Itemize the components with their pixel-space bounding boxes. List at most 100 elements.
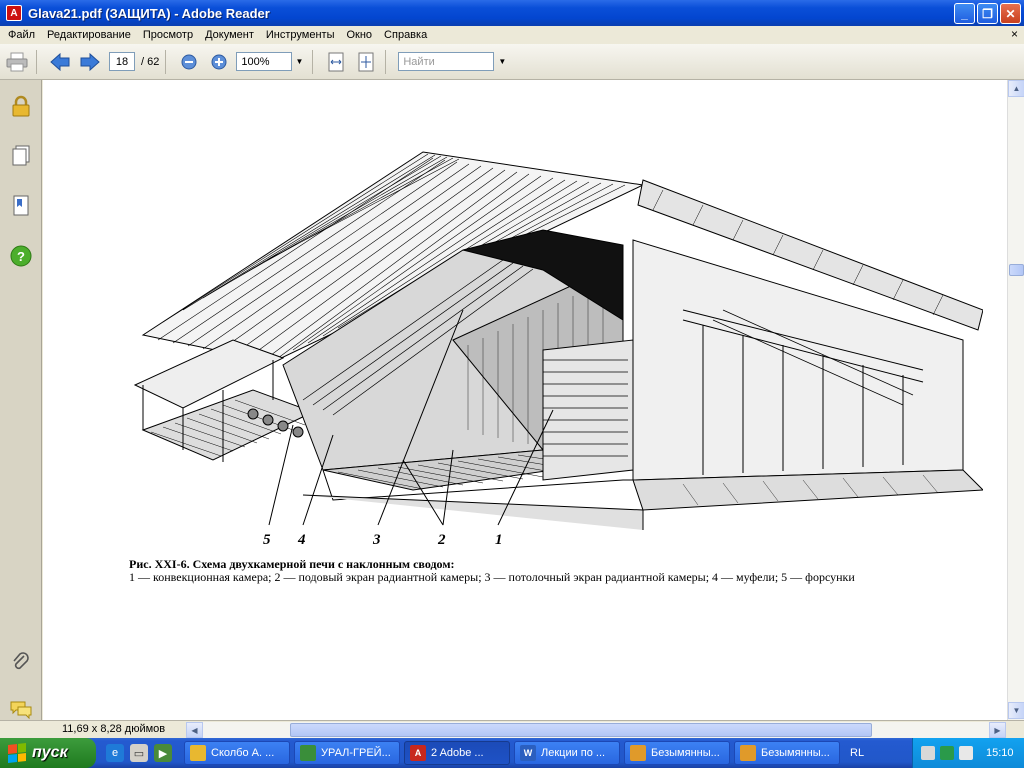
folder-icon (190, 745, 206, 761)
zoom-value: 100% (241, 55, 270, 68)
close-button[interactable]: ✕ (1000, 3, 1021, 24)
taskbar-item-label: Сколбо А. ... (211, 747, 275, 759)
vertical-scrollbar[interactable]: ▲ ▼ (1007, 80, 1024, 720)
system-tray: 15:10 (912, 738, 1024, 768)
fit-width-icon (328, 52, 344, 71)
figure-label-1: 1 (495, 532, 503, 548)
zoom-out-icon (181, 54, 197, 69)
pages-icon[interactable] (9, 144, 33, 168)
clock[interactable]: 15:10 (986, 747, 1014, 759)
scroll-up-icon[interactable]: ▲ (1008, 80, 1024, 97)
menu-document[interactable]: Документ (199, 29, 260, 41)
comments-icon[interactable] (9, 698, 33, 722)
toolbar: 18 / 62 100% ▼ Найти ▼ (0, 44, 1024, 80)
horizontal-scroll-thumb[interactable] (290, 723, 872, 737)
menu-window[interactable]: Окно (340, 29, 378, 41)
arrow-right-icon (80, 52, 100, 71)
browser-icon (300, 745, 316, 761)
scroll-down-icon[interactable]: ▼ (1008, 702, 1024, 719)
volume-icon[interactable] (959, 746, 973, 760)
bookmarks-icon[interactable] (9, 194, 33, 218)
navigation-pane: ? (0, 80, 42, 720)
figure-label-3: 3 (372, 532, 381, 548)
minimize-button[interactable]: _ (954, 3, 975, 24)
menu-edit[interactable]: Редактирование (41, 29, 137, 41)
zoom-select[interactable]: 100% ▼ (236, 52, 303, 71)
zoom-in-icon (211, 54, 227, 69)
menu-file[interactable]: Файл (2, 29, 41, 41)
adobe-reader-icon: A (6, 5, 22, 21)
fit-width-button[interactable] (323, 49, 349, 75)
windows-flag-icon (8, 743, 26, 763)
printer-icon (6, 52, 28, 71)
scroll-left-icon[interactable]: ◀ (186, 722, 203, 738)
taskbar-item-paint-2[interactable]: Безымянны... (734, 741, 840, 765)
menu-tools[interactable]: Инструменты (260, 29, 341, 41)
title-bar[interactable]: A Glava21.pdf (ЗАЩИТА) - Adobe Reader _ … (0, 0, 1024, 26)
media-player-icon[interactable]: ▶ (154, 744, 172, 762)
taskbar-item-explorer[interactable]: Сколбо А. ... (184, 741, 290, 765)
status-bar: 11,69 x 8,28 дюймов ◀ ▶ (0, 720, 1024, 738)
menu-bar: Файл Редактирование Просмотр Документ Ин… (0, 26, 1024, 44)
next-page-button[interactable] (77, 49, 103, 75)
svg-text:?: ? (17, 249, 25, 264)
adobe-reader-window: A Glava21.pdf (ЗАЩИТА) - Adobe Reader _ … (0, 0, 1024, 768)
start-label: пуск (32, 744, 68, 761)
internet-explorer-icon[interactable]: e (106, 744, 124, 762)
taskbar: пуск e ▭ ▶ Сколбо А. ... УРАЛ-ГРЕЙ... A … (0, 738, 1024, 768)
quick-launch: e ▭ ▶ (106, 744, 172, 762)
search-options-chevron-icon[interactable]: ▼ (498, 57, 506, 66)
toolbar-separator (36, 49, 37, 74)
taskbar-item-paint-1[interactable]: Безымянны... (624, 741, 730, 765)
toolbar-separator (165, 49, 167, 74)
toolbar-separator (312, 49, 314, 74)
zoom-in-button[interactable] (206, 49, 232, 75)
print-button[interactable] (4, 49, 30, 75)
scroll-right-icon[interactable]: ▶ (989, 722, 1006, 738)
toolbar-separator (385, 49, 387, 74)
figure-caption: Рис. XXI-6. Схема двухкамерной печи с на… (129, 558, 973, 584)
taskbar-item-browser[interactable]: УРАЛ-ГРЕЙ... (294, 741, 400, 765)
page-number-input[interactable]: 18 (109, 52, 135, 71)
page-size-label: 11,69 x 8,28 дюймов (62, 723, 166, 735)
start-button[interactable]: пуск (0, 738, 96, 768)
taskbar-item-label: Безымянны... (651, 747, 720, 759)
taskbar-item-adobe-reader[interactable]: A 2 Adobe ... (404, 741, 510, 765)
arrow-left-icon (50, 52, 70, 71)
document-close-button[interactable]: × (1011, 27, 1018, 41)
antivirus-icon[interactable] (940, 746, 954, 760)
attachments-paperclip-icon[interactable] (9, 650, 33, 674)
security-lock-icon[interactable] (9, 94, 33, 118)
taskbar-item-word[interactable]: W Лекции по ... (514, 741, 620, 765)
vertical-scroll-thumb[interactable] (1009, 264, 1024, 276)
language-indicator[interactable]: RL (850, 747, 864, 759)
window-title: Glava21.pdf (ЗАЩИТА) - Adobe Reader (28, 5, 270, 21)
figure-label-2: 2 (437, 532, 446, 548)
document-viewport[interactable]: 5 4 3 2 1 Рис. XXI-6. Схема двухкамерной… (43, 80, 1007, 720)
menu-help[interactable]: Справка (378, 29, 433, 41)
menu-view[interactable]: Просмотр (137, 29, 199, 41)
show-desktop-icon[interactable]: ▭ (130, 744, 148, 762)
word-icon: W (520, 745, 536, 761)
paint-icon (630, 745, 646, 761)
furnace-diagram-image: 5 4 3 2 1 (133, 151, 983, 548)
page-total: / 62 (141, 55, 160, 68)
figure-label-4: 4 (297, 532, 306, 548)
previous-page-button[interactable] (47, 49, 73, 75)
window-controls: _ ❐ ✕ (954, 3, 1021, 24)
caption-body: 1 — конвекционная камера; 2 — подовый эк… (129, 570, 855, 584)
chevron-down-icon[interactable]: ▼ (295, 57, 303, 66)
taskbar-item-label: Безымянны... (761, 747, 830, 759)
search-input[interactable]: Найти (398, 52, 495, 71)
help-icon[interactable]: ? (9, 244, 33, 268)
taskbar-item-label: Лекции по ... (541, 747, 606, 759)
network-icon[interactable] (921, 746, 935, 760)
taskbar-item-label: УРАЛ-ГРЕЙ... (321, 747, 391, 759)
maximize-button[interactable]: ❐ (977, 3, 998, 24)
horizontal-scrollbar[interactable]: ◀ ▶ (186, 722, 1006, 738)
figure-label-5: 5 (263, 532, 271, 548)
zoom-out-button[interactable] (176, 49, 202, 75)
paint-icon (740, 745, 756, 761)
fit-page-button[interactable] (353, 49, 379, 75)
taskbar-item-label: 2 Adobe ... (431, 747, 484, 759)
